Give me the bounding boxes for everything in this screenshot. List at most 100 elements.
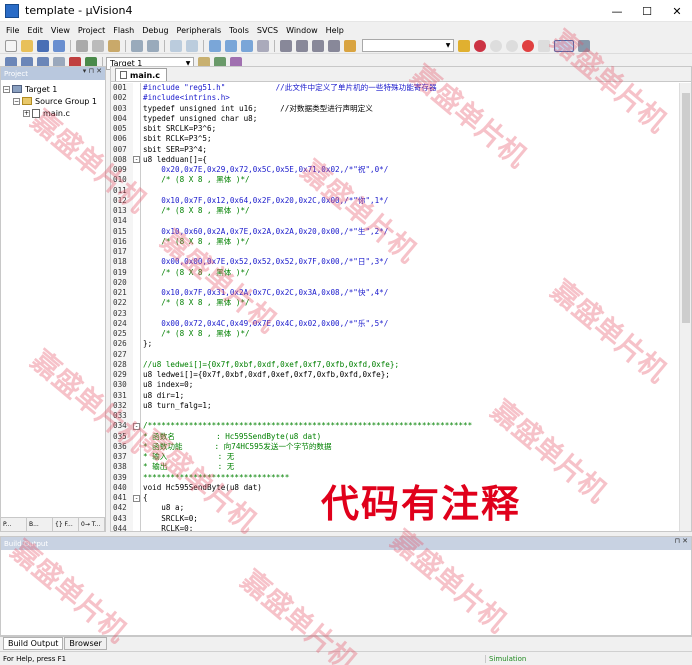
tree-item-target[interactable]: − Target 1 [3,83,103,95]
copy-icon[interactable] [92,39,104,52]
window-layout-icon[interactable] [554,39,574,52]
code-line[interactable]: 006 sbit RCLK=P3^5; [111,134,679,145]
cut-icon[interactable] [76,39,88,52]
tab-browser[interactable]: Browser [64,637,107,650]
code-line[interactable]: 002 #include<intrins.h> [111,93,679,104]
menu-debug[interactable]: Debug [138,26,172,35]
disable-breakpoint-icon[interactable] [506,39,518,52]
menu-help[interactable]: Help [322,26,348,35]
code-line[interactable]: 032 u8 turn_falg=1; [111,400,679,411]
redo-icon[interactable] [147,39,159,52]
code-line[interactable]: 017 [111,247,679,258]
tree-item-file[interactable]: + main.c [3,107,103,119]
code-line[interactable]: 023 [111,308,679,319]
maximize-button[interactable]: ☐ [632,0,662,22]
code-line[interactable]: 019 /* (8 X 8 , 黑体 )*/ [111,267,679,278]
code-line[interactable]: 026}; [111,339,679,350]
configure-icon[interactable] [578,39,590,52]
scroll-thumb[interactable] [682,93,690,323]
new-file-icon[interactable] [5,39,17,52]
menu-tools[interactable]: Tools [225,26,253,35]
menu-file[interactable]: File [2,26,23,35]
tab-build-output[interactable]: Build Output [3,637,64,650]
nav-forward-icon[interactable] [186,39,198,52]
code-line[interactable]: 027 [111,349,679,360]
breakpoint-icon[interactable] [490,39,502,52]
tab-project[interactable]: P... [1,518,27,531]
code-line[interactable]: 038 * 输出 : 无 [111,462,679,473]
find-icon[interactable] [458,39,470,52]
clear-bookmarks-icon[interactable] [257,39,269,52]
prev-bookmark-icon[interactable] [225,39,237,52]
kill-breakpoints-icon[interactable] [522,39,534,52]
save-all-icon[interactable] [53,39,65,52]
code-line[interactable]: 020 [111,277,679,288]
fold-toggle-icon[interactable]: - [133,422,140,430]
menu-window[interactable]: Window [282,26,322,35]
debug-session-icon[interactable] [474,39,486,52]
code-line[interactable]: 001 #include "reg51.h" //此文件中定义了单片机的一些特殊功… [111,83,679,94]
tab-templates[interactable]: 0→ T... [79,518,105,531]
code-line[interactable]: 016 /* (8 X 8 , 黑体 )*/ [111,236,679,247]
close-button[interactable]: ✕ [662,0,692,22]
comment-icon[interactable] [312,39,324,52]
code-line[interactable]: 010 /* (8 X 8 , 黑体 )*/ [111,175,679,186]
tab-functions[interactable]: {} F... [53,518,79,531]
next-bookmark-icon[interactable] [241,39,253,52]
code-line[interactable]: 008- u8 ledduan[]={ [111,154,679,165]
toggle-breakpoint-icon[interactable] [538,39,550,52]
code-line[interactable]: 034-/***********************************… [111,421,679,432]
menu-project[interactable]: Project [74,26,109,35]
code-line[interactable]: 007 sbit SER=P3^4; [111,144,679,155]
panel-pin-close-icons[interactable]: ⊓ ✕ [674,537,688,545]
code-line[interactable]: 024 0x00,0x72,0x4C,0x49,0x7E,0x4C,0x02,0… [111,318,679,329]
collapse-icon[interactable]: − [13,97,20,105]
menu-svcs[interactable]: SVCS [253,26,282,35]
code-line[interactable]: 035 * 函数名 : Hc595SendByte(u8 dat) [111,431,679,442]
minimize-button[interactable]: — [602,0,632,22]
undo-icon[interactable] [131,39,143,52]
code-line[interactable]: 013 /* (8 X 8 , 黑体 )*/ [111,206,679,217]
indent-icon[interactable] [280,39,292,52]
code-area[interactable]: 001 #include "reg51.h" //此文件中定义了单片机的一些特殊功… [111,83,679,531]
fold-toggle-icon[interactable]: - [133,156,140,164]
expand-icon[interactable]: + [23,109,30,117]
editor-vertical-scrollbar[interactable] [679,83,691,531]
code-line[interactable]: 014 [111,216,679,227]
code-line[interactable]: 009 0x20,0x7E,0x29,0x72,0x5C,0x5E,0x71,0… [111,165,679,176]
code-line[interactable]: 031 u8 dir=1; [111,390,679,401]
code-line[interactable]: 004 typedef unsigned char u8; [111,113,679,124]
menu-view[interactable]: View [47,26,74,35]
code-line[interactable]: 021 0x10,0x7F,0x31,0x2A,0x7C,0x2C,0x3A,0… [111,288,679,299]
code-line[interactable]: 003 typedef unsigned int u16; //对数据类型进行声明… [111,103,679,114]
code-line[interactable]: 033 [111,411,679,422]
uncomment-icon[interactable] [328,39,340,52]
menu-edit[interactable]: Edit [23,26,47,35]
find-in-files-icon[interactable] [344,39,356,52]
unindent-icon[interactable] [296,39,308,52]
save-icon[interactable] [37,39,49,52]
code-line[interactable]: 030 u8 index=0; [111,380,679,391]
panel-pin-close-icons[interactable]: ▾ ⊓ ✕ [83,67,102,75]
code-line[interactable]: 005 sbit SRCLK=P3^6; [111,124,679,135]
fold-toggle-icon[interactable]: - [133,494,140,502]
find-combo[interactable]: ▼ [362,39,454,52]
tree-item-group[interactable]: − Source Group 1 [3,95,103,107]
code-line[interactable]: 025 /* (8 X 8 , 黑体 )*/ [111,329,679,340]
collapse-icon[interactable]: − [3,85,10,93]
open-folder-icon[interactable] [21,39,33,52]
code-line[interactable]: 028 //u8 ledwei[]={0x7f,0xbf,0xdf,0xef,0x… [111,359,679,370]
code-line[interactable]: 029 u8 ledwei[]={0x7f,0xbf,0xdf,0xef,0xf7… [111,370,679,381]
code-line[interactable]: 015 0x10,0x60,0x2A,0x7E,0x2A,0x2A,0x20,0… [111,226,679,237]
menu-peripherals[interactable]: Peripherals [173,26,226,35]
code-line[interactable]: 012 0x10,0x7F,0x12,0x64,0x2F,0x20,0x2C,0… [111,195,679,206]
paste-icon[interactable] [108,39,120,52]
code-line[interactable]: 022 /* (8 X 8 , 黑体 )*/ [111,298,679,309]
nav-back-icon[interactable] [170,39,182,52]
code-line[interactable]: 018 0x00,0x00,0x7E,0x52,0x52,0x52,0x7F,0… [111,257,679,268]
bookmark-icon[interactable] [209,39,221,52]
code-line[interactable]: 036 * 函数功能 : 向74HC595发送一个字节的数据 [111,441,679,452]
tab-main-c[interactable]: main.c [115,68,167,81]
code-line[interactable]: 011 [111,185,679,196]
code-line[interactable]: 037 * 输入 : 无 [111,452,679,463]
